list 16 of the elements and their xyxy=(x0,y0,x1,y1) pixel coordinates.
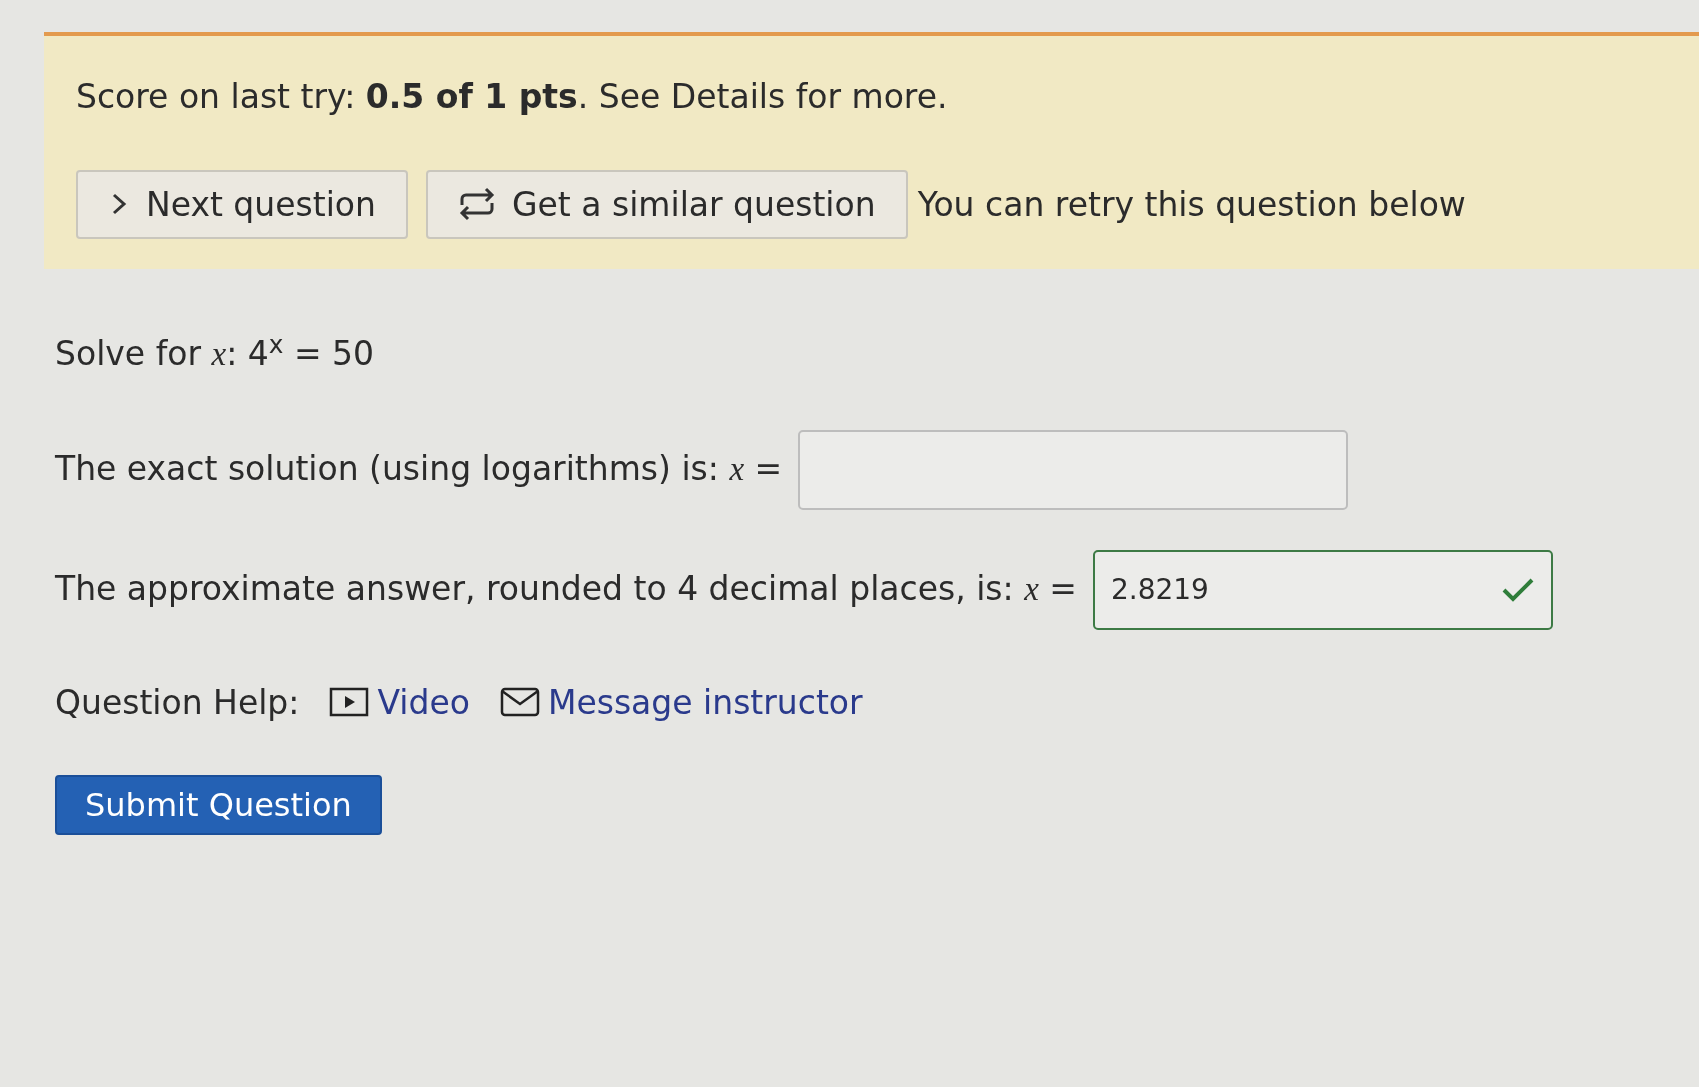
answer-label: The exact solution (using logarithms) is: x = xyxy=(55,448,783,491)
play-icon xyxy=(329,687,370,718)
help-label: Question Help: xyxy=(55,681,300,724)
next-question-button[interactable]: Next question xyxy=(76,169,408,239)
answer-field[interactable] xyxy=(798,429,1349,510)
score-text: Score on last try: 0.5 of 1 pts. See Details for more. xyxy=(76,76,949,118)
envelope-icon xyxy=(499,687,540,718)
question-prompt: Solve for x: 4$^{x}$ = 50 xyxy=(55,329,376,375)
answer-field[interactable]: 2.8219 xyxy=(1092,549,1553,630)
retry-note: You can retry this question below xyxy=(917,183,1466,226)
check-icon xyxy=(1500,576,1535,603)
video-link[interactable]: Video xyxy=(329,677,470,727)
answer-label: The approximate answer, rounded to 4 decimal places, is: x = xyxy=(55,568,1077,611)
submit-button[interactable]: Submit Question xyxy=(55,775,382,835)
similar-question-button[interactable]: Get a similar question xyxy=(425,169,908,239)
message-link[interactable]: Message instructor xyxy=(499,677,863,727)
